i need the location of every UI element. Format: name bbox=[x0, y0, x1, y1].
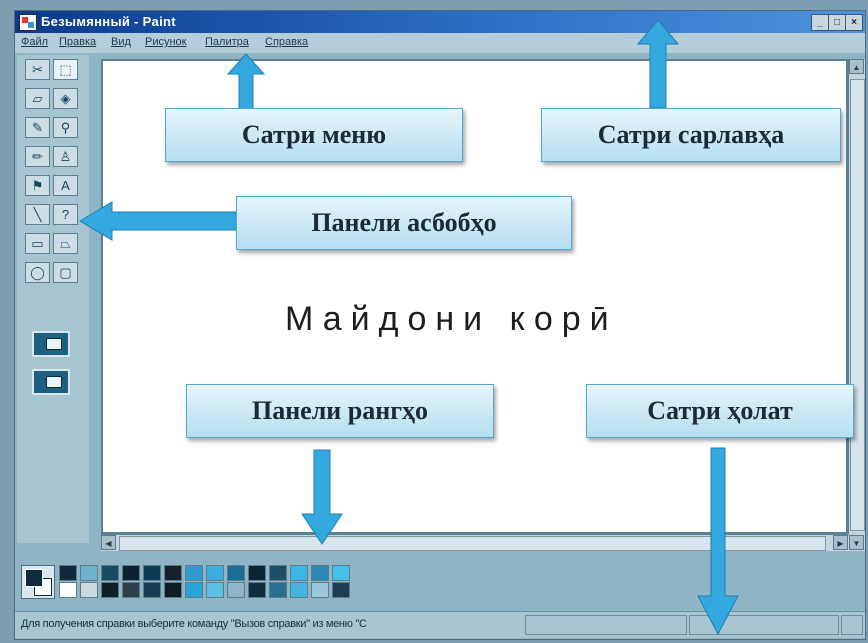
callout-title-bar: Сатри сарлавҳа bbox=[541, 108, 841, 162]
foreground-color-swatch[interactable] bbox=[25, 569, 43, 587]
current-colors-indicator[interactable] bbox=[21, 565, 55, 599]
palette-swatch[interactable] bbox=[332, 565, 350, 581]
palette-swatch[interactable] bbox=[164, 582, 182, 598]
paint-app-icon[interactable] bbox=[19, 14, 37, 31]
menu-image[interactable]: Рисунок bbox=[145, 36, 187, 48]
polygon-icon[interactable]: ⏢ bbox=[53, 233, 78, 254]
rectangle-icon[interactable]: ▭ bbox=[25, 233, 50, 254]
scroll-right-icon[interactable]: ▶ bbox=[833, 535, 848, 550]
palette-swatch[interactable] bbox=[122, 565, 140, 581]
callout-toolbox: Панели асбобҳо bbox=[236, 196, 572, 250]
workspace-label: Майдони корӣ bbox=[285, 300, 618, 338]
palette-swatch[interactable] bbox=[332, 582, 350, 598]
palette-swatch[interactable] bbox=[290, 582, 308, 598]
palette-swatch[interactable] bbox=[311, 582, 329, 598]
option-transparent-icon[interactable] bbox=[32, 369, 70, 395]
vertical-scroll-thumb[interactable] bbox=[850, 79, 865, 531]
palette-swatch[interactable] bbox=[206, 582, 224, 598]
palette-swatch[interactable] bbox=[248, 582, 266, 598]
palette-swatch[interactable] bbox=[59, 565, 77, 581]
palette-swatch[interactable] bbox=[311, 565, 329, 581]
palette-swatch[interactable] bbox=[206, 565, 224, 581]
palette-arrow-icon bbox=[301, 449, 343, 545]
menu-arrow-icon bbox=[226, 53, 266, 111]
status-coordinates-pane bbox=[525, 615, 687, 635]
title-arrow-icon bbox=[636, 19, 680, 109]
option-opaque-icon[interactable] bbox=[32, 331, 70, 357]
fill-icon[interactable]: ◈ bbox=[53, 88, 78, 109]
palette-swatch[interactable] bbox=[59, 582, 77, 598]
menu-edit[interactable]: Правка bbox=[59, 36, 96, 48]
palette-swatch[interactable] bbox=[101, 582, 119, 598]
curve-icon[interactable]: ? bbox=[53, 204, 78, 225]
menu-help[interactable]: Справка bbox=[265, 36, 308, 48]
menu-view[interactable]: Вид bbox=[111, 36, 131, 48]
palette-swatch[interactable] bbox=[80, 582, 98, 598]
palette-swatch[interactable] bbox=[269, 582, 287, 598]
toolbox: ✂ ⬚ ▱ ◈ ✎ ⚲ ✏ ♙ ⚑ A ╲? ▭ ⏢ ◯ ▢ bbox=[17, 55, 89, 543]
palette-swatch[interactable] bbox=[122, 582, 140, 598]
palette-swatch[interactable] bbox=[269, 565, 287, 581]
menu-file[interactable]: Файл bbox=[21, 36, 48, 48]
window-title: Безымянный - Paint bbox=[41, 14, 176, 29]
minimize-button[interactable]: _ bbox=[811, 14, 829, 31]
toolbox-arrow-icon bbox=[79, 201, 247, 241]
menu-palette[interactable]: Палитра bbox=[205, 36, 249, 48]
rect-select-icon[interactable]: ⬚ bbox=[53, 59, 78, 80]
title-bar[interactable]: Безымянный - Paint _ □ × bbox=[15, 11, 865, 33]
color-picker-icon[interactable]: ✎ bbox=[25, 117, 50, 138]
maximize-button[interactable]: □ bbox=[828, 14, 846, 31]
palette-swatch[interactable] bbox=[143, 565, 161, 581]
brush-icon[interactable]: ♙ bbox=[53, 146, 78, 167]
pencil-icon[interactable]: ✏ bbox=[25, 146, 50, 167]
rounded-rect-icon[interactable]: ▢ bbox=[53, 262, 78, 283]
magnifier-icon[interactable]: ⚲ bbox=[53, 117, 78, 138]
callout-status-bar: Сатри ҳолат bbox=[586, 384, 854, 438]
resize-grip-icon[interactable] bbox=[841, 615, 863, 635]
callout-palette: Панели рангҳо bbox=[186, 384, 494, 438]
palette-swatch[interactable] bbox=[227, 582, 245, 598]
free-select-icon[interactable]: ✂ bbox=[25, 59, 50, 80]
palette-swatch[interactable] bbox=[101, 565, 119, 581]
status-arrow-icon bbox=[697, 447, 739, 636]
palette-swatch[interactable] bbox=[143, 582, 161, 598]
palette-swatch[interactable] bbox=[80, 565, 98, 581]
close-button[interactable]: × bbox=[845, 14, 863, 31]
scroll-down-icon[interactable]: ▼ bbox=[849, 535, 864, 550]
palette-swatch[interactable] bbox=[185, 582, 203, 598]
scroll-up-icon[interactable]: ▲ bbox=[849, 59, 864, 74]
eraser-icon[interactable]: ▱ bbox=[25, 88, 50, 109]
airbrush-icon[interactable]: ⚑ bbox=[25, 175, 50, 196]
menu-bar: Файл Правка Вид Рисунок Палитра Справка bbox=[15, 33, 865, 53]
palette-swatch[interactable] bbox=[227, 565, 245, 581]
palette-swatch[interactable] bbox=[164, 565, 182, 581]
line-icon[interactable]: ╲ bbox=[25, 204, 50, 225]
palette-swatch[interactable] bbox=[290, 565, 308, 581]
callout-menu-bar: Сатри меню bbox=[165, 108, 463, 162]
status-text: Для получения справки выберите команду "… bbox=[21, 618, 367, 630]
vertical-scrollbar[interactable]: ▲ ▼ bbox=[849, 59, 865, 551]
text-icon[interactable]: A bbox=[53, 175, 78, 196]
palette-swatch[interactable] bbox=[185, 565, 203, 581]
scroll-left-icon[interactable]: ◀ bbox=[101, 535, 116, 550]
ellipse-icon[interactable]: ◯ bbox=[25, 262, 50, 283]
palette-swatch[interactable] bbox=[248, 565, 266, 581]
